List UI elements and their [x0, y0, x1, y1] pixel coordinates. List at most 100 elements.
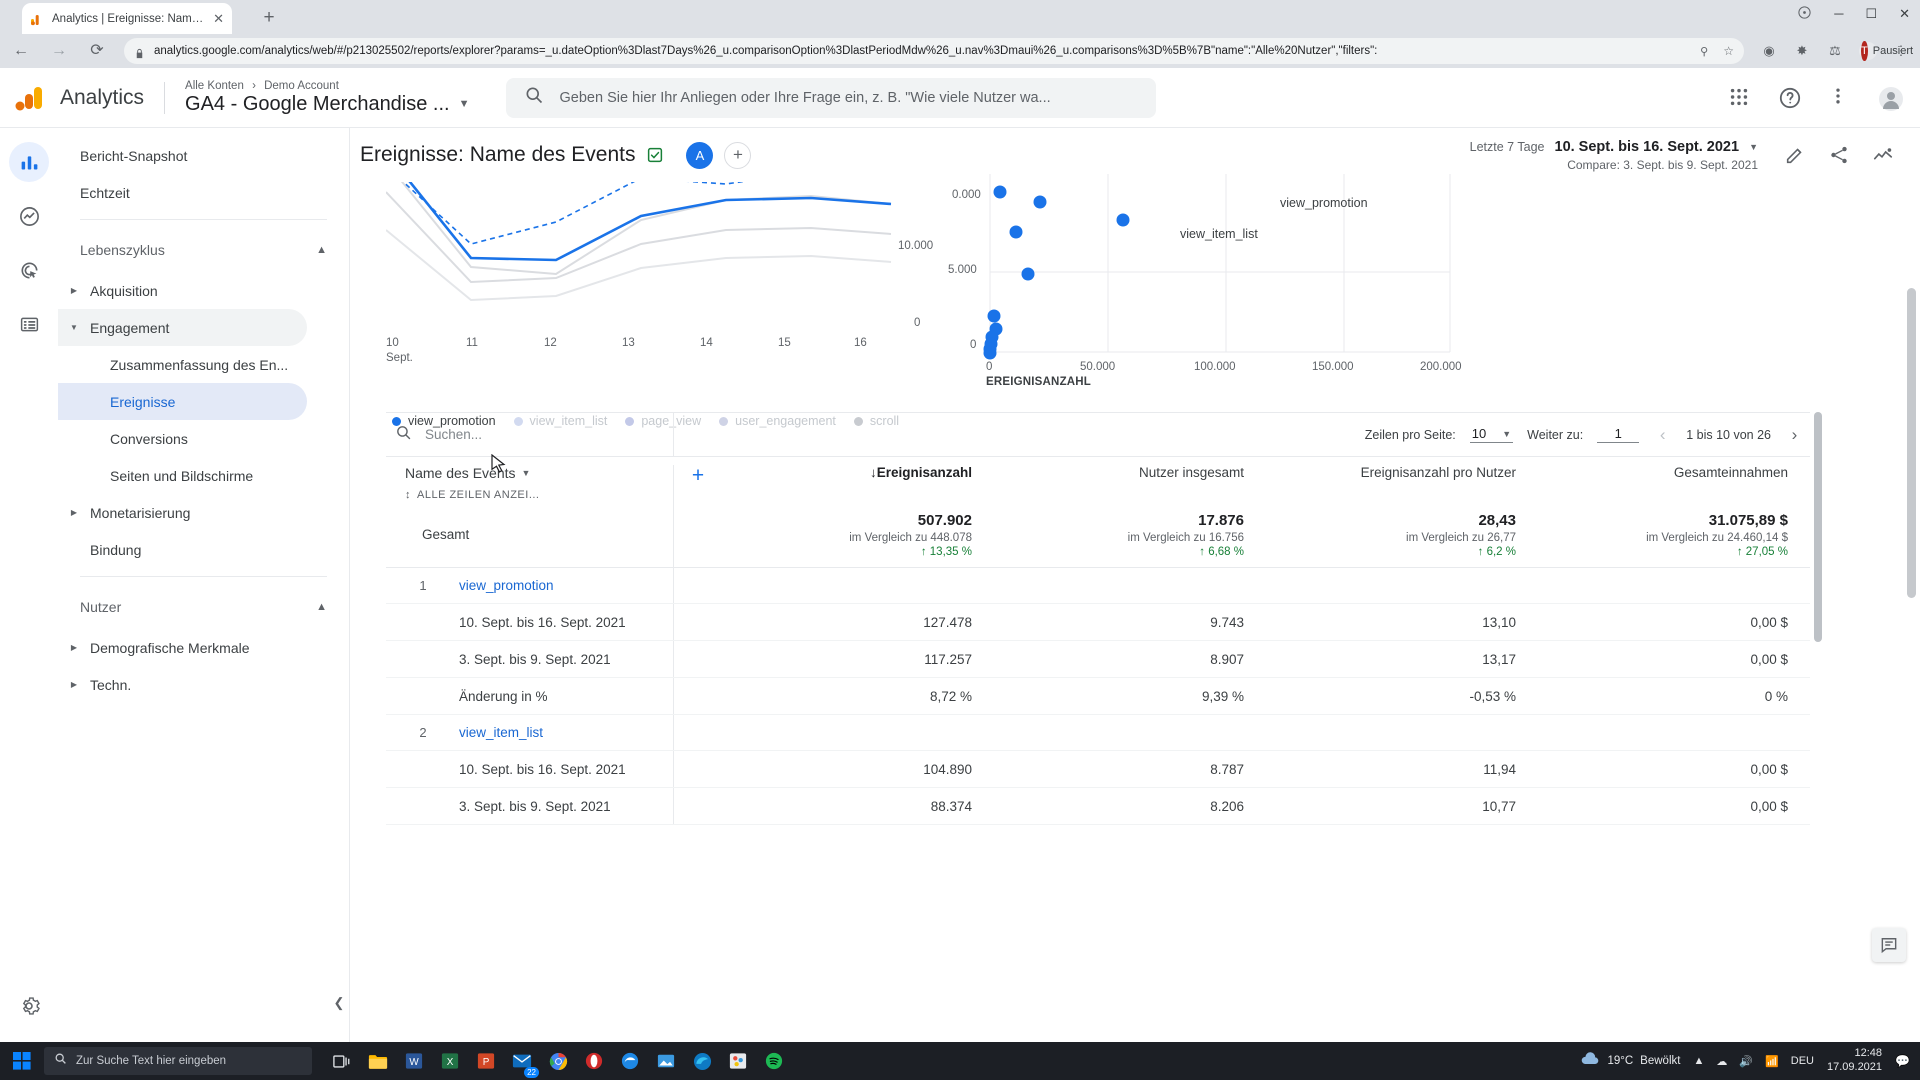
sidebar-item-echtzeit[interactable]: Echtzeit [58, 174, 307, 211]
new-tab-button[interactable]: + [258, 8, 280, 30]
help-icon[interactable] [1778, 86, 1802, 110]
row-event-name[interactable]: view_promotion [441, 578, 554, 593]
sidebar-item-monetarisierung[interactable]: ▶ Monetarisierung [58, 494, 307, 531]
browser-menu-icon[interactable]: ⋮ [1892, 42, 1910, 60]
profile-chip[interactable]: T Pausiert [1859, 41, 1913, 61]
language-indicator[interactable]: DEU [1791, 1055, 1814, 1067]
add-comparison-button[interactable]: + [724, 141, 752, 169]
metric-header-nutzer-insgesamt[interactable]: Nutzer insgesamt [994, 465, 1266, 480]
reload-icon[interactable]: ⟳ [86, 40, 108, 62]
table-search-input[interactable]: Suchen... [425, 427, 482, 442]
property-selector[interactable]: GA4 - Google Merchandise ... ▼ [185, 93, 469, 116]
insights-icon[interactable] [1872, 144, 1894, 166]
insights-check-icon[interactable] [646, 146, 664, 164]
date-range-selector[interactable]: Letzte 7 Tage 10. Sept. bis 16. Sept. 20… [1470, 139, 1758, 172]
bookmark-star-icon[interactable]: ☆ [1723, 44, 1734, 58]
rail-item-advertising[interactable] [9, 250, 49, 290]
sidebar-section-lebenszyklus[interactable]: Lebenszyklus ▲ [58, 228, 349, 272]
clock[interactable]: 12:48 17.09.2021 [1827, 1047, 1882, 1075]
forward-icon[interactable]: → [48, 40, 70, 62]
show-hidden-icons[interactable]: ▲ [1693, 1055, 1704, 1067]
excel-icon[interactable]: X [434, 1045, 466, 1077]
sidebar-item-engagement[interactable]: ▼ Engagement [58, 309, 307, 346]
row-event-name[interactable]: view_item_list [441, 725, 543, 740]
paint-icon[interactable] [722, 1045, 754, 1077]
more-options-icon[interactable] [1828, 86, 1852, 110]
global-search-bar[interactable]: Geben Sie hier Ihr Anliegen oder Ihre Fr… [505, 77, 1156, 118]
opera-icon[interactable] [578, 1045, 610, 1077]
collapse-sidebar-button[interactable]: ❮ [326, 990, 352, 1016]
apps-grid-icon[interactable] [1728, 86, 1752, 110]
sidebar-item-bericht-snapshot[interactable]: Bericht-Snapshot [58, 137, 307, 174]
chrome-icon[interactable] [542, 1045, 574, 1077]
rail-item-library[interactable] [9, 304, 49, 344]
rows-per-page-select[interactable]: 10 ▼ [1469, 426, 1514, 443]
tab-close-icon[interactable]: ✕ [213, 12, 224, 25]
pin-icon[interactable]: ⚖ [1826, 42, 1844, 60]
metric-header-gesamteinnahmen[interactable]: Gesamteinnahmen [1538, 465, 1810, 480]
sidebar-item-zusammenfassung[interactable]: Zusammenfassung des En... [58, 346, 307, 383]
user-account-avatar[interactable] [1878, 86, 1903, 111]
address-bar[interactable]: analytics.google.com/analytics/web/#/p21… [124, 38, 1744, 64]
edge-icon[interactable] [686, 1045, 718, 1077]
share-report-icon[interactable] [1828, 144, 1850, 166]
extension-puzzle-icon[interactable] [1797, 5, 1812, 22]
profile-circle-icon[interactable]: ◉ [1760, 42, 1778, 60]
outlook-icon[interactable]: 22 [506, 1045, 539, 1078]
window-minimize-button[interactable]: ─ [1834, 7, 1843, 20]
table-row[interactable]: 2 view_item_list [386, 715, 1810, 751]
volume-icon[interactable]: 🔊 [1739, 1055, 1753, 1068]
sidebar-item-akquisition[interactable]: ▶ Akquisition [58, 272, 307, 309]
prev-page-button[interactable]: ‹ [1653, 425, 1672, 445]
table-row[interactable]: 1 view_promotion [386, 568, 1810, 604]
edit-report-icon[interactable] [1784, 144, 1806, 166]
taskbar-search[interactable]: Zur Suche Text hier eingeben [44, 1047, 312, 1075]
onedrive-icon[interactable]: ☁ [1716, 1055, 1727, 1068]
window-maximize-button[interactable]: ☐ [1865, 7, 1877, 20]
sidebar-section-nutzer[interactable]: Nutzer ▲ [58, 585, 349, 629]
extensions-icon[interactable]: ✸ [1793, 42, 1811, 60]
browser-tab[interactable]: Analytics | Ereignisse: Name des ✕ [22, 3, 232, 34]
scatter-chart[interactable]: view_promotion view_item_list 0.000 5.00… [948, 174, 1470, 394]
table-search[interactable]: Suchen... [386, 412, 674, 457]
goto-page-input[interactable]: 1 [1597, 426, 1640, 443]
sidebar-item-ereignisse[interactable]: Ereignisse [58, 383, 307, 420]
breadcrumb-account[interactable]: Demo Account [264, 80, 339, 92]
rail-item-admin[interactable] [9, 986, 49, 1026]
line-chart[interactable]: 10.000 0 10 Sept. 11 12 13 14 15 16 [384, 151, 946, 402]
back-icon[interactable]: ← [10, 40, 32, 62]
taskbar-search-input[interactable]: Zur Suche Text hier eingeben [76, 1055, 226, 1067]
photos-icon[interactable] [650, 1045, 682, 1077]
table-vertical-scrollbar[interactable] [1814, 412, 1822, 642]
weather-widget[interactable]: 19°C Bewölkt [1580, 1051, 1680, 1071]
powerpoint-icon[interactable]: P [470, 1045, 502, 1077]
word-icon[interactable]: W [398, 1045, 430, 1077]
metric-header-ereignisanzahl[interactable]: ↓Ereignisanzahl [722, 465, 994, 480]
start-button[interactable] [0, 1052, 44, 1070]
rail-item-explore[interactable] [9, 196, 49, 236]
spotify-icon[interactable] [758, 1045, 790, 1077]
feedback-button[interactable] [1872, 928, 1906, 962]
network-icon[interactable]: 📶 [1765, 1055, 1779, 1068]
sidebar-item-bindung[interactable]: Bindung [58, 531, 307, 568]
url-search-icon[interactable]: ⚲ [1700, 45, 1708, 58]
sidebar-item-demografische-merkmale[interactable]: ▶ Demografische Merkmale [58, 629, 307, 666]
all-rows-toggle[interactable]: ↕ ALLE ZEILEN ANZEI... [405, 489, 673, 501]
taskview-icon[interactable] [326, 1045, 358, 1077]
notifications-icon[interactable]: 💬 [1895, 1054, 1910, 1068]
add-column-cell[interactable]: + [674, 465, 722, 486]
rail-item-reports[interactable] [9, 142, 49, 182]
file-explorer-icon[interactable] [362, 1045, 394, 1077]
next-page-button[interactable]: › [1785, 425, 1804, 445]
analytics-logo[interactable] [0, 82, 60, 114]
page-vertical-scrollbar[interactable] [1907, 288, 1916, 598]
sidebar-item-techn[interactable]: ▶ Techn. [58, 666, 307, 703]
metric-header-ereignisanzahl-pro-nutzer[interactable]: Ereignisanzahl pro Nutzer [1266, 465, 1538, 480]
edge-legacy-icon[interactable] [614, 1045, 646, 1077]
global-search-input[interactable]: Geben Sie hier Ihr Anliegen oder Ihre Fr… [560, 90, 1051, 106]
sidebar-item-conversions[interactable]: Conversions [58, 420, 307, 457]
comparison-chip-a[interactable]: A [686, 141, 714, 169]
breadcrumb-all-accounts[interactable]: Alle Konten [185, 80, 244, 92]
window-close-button[interactable]: ✕ [1899, 7, 1910, 20]
dimension-selector[interactable]: Name des Events ▼ [405, 465, 673, 481]
